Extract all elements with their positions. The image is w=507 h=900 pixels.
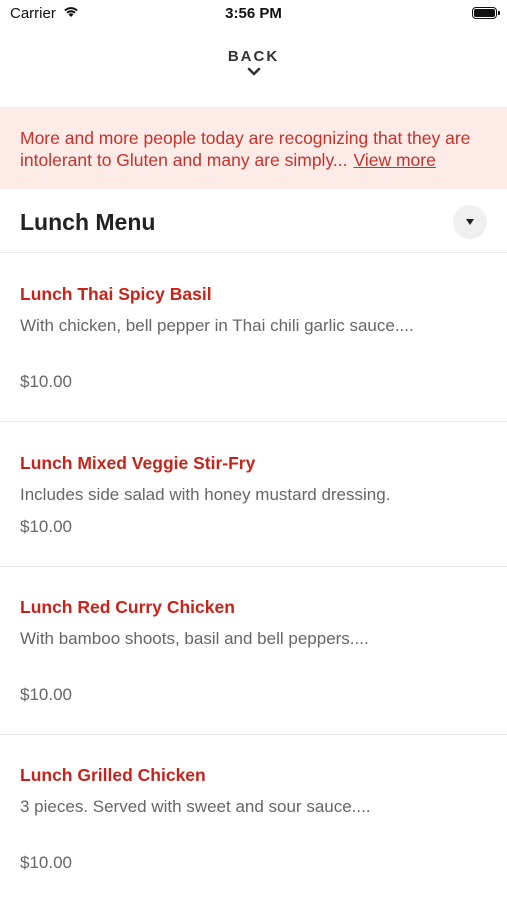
item-price: $10.00: [20, 372, 72, 391]
item-description: With bamboo shoots, basil and bell peppe…: [20, 629, 369, 648]
item-name: Lunch Grilled Chicken: [20, 765, 206, 785]
menu-item[interactable]: Lunch Mixed Veggie Stir-Fry Includes sid…: [0, 422, 507, 567]
item-price: $10.00: [20, 517, 72, 536]
menu-title: Lunch Menu: [20, 209, 156, 235]
view-more-link[interactable]: View more: [353, 150, 435, 170]
item-price: $10.00: [20, 685, 72, 704]
clock: 3:56 PM: [225, 5, 282, 22]
item-name: Lunch Red Curry Chicken: [20, 597, 235, 617]
caret-down-icon: [466, 219, 474, 225]
back-button[interactable]: BACK: [0, 48, 507, 77]
chevron-down-icon: [247, 67, 260, 76]
item-name: Lunch Thai Spicy Basil: [20, 284, 212, 304]
menu-item[interactable]: Lunch Red Curry Chicken With bamboo shoo…: [0, 567, 507, 735]
gluten-notice: More and more people today are recognizi…: [0, 107, 507, 189]
battery-icon: [472, 7, 500, 19]
item-description: 3 pieces. Served with sweet and sour sau…: [20, 797, 371, 816]
menu-header: Lunch Menu: [0, 189, 507, 253]
menu-dropdown-button[interactable]: [453, 205, 487, 239]
item-name: Lunch Mixed Veggie Stir-Fry: [20, 453, 256, 473]
item-description: Includes side salad with honey mustard d…: [20, 485, 391, 504]
back-label: BACK: [227, 48, 280, 65]
menu-item[interactable]: Lunch Thai Spicy Basil With chicken, bel…: [0, 253, 507, 422]
item-price: $10.00: [20, 853, 72, 872]
item-description: With chicken, bell pepper in Thai chili …: [20, 316, 414, 335]
status-bar: Carrier 3:56 PM: [0, 0, 507, 28]
notice-text: More and more people today are recognizi…: [20, 127, 487, 171]
menu-item[interactable]: Lunch Grilled Chicken 3 pieces. Served w…: [0, 735, 507, 900]
